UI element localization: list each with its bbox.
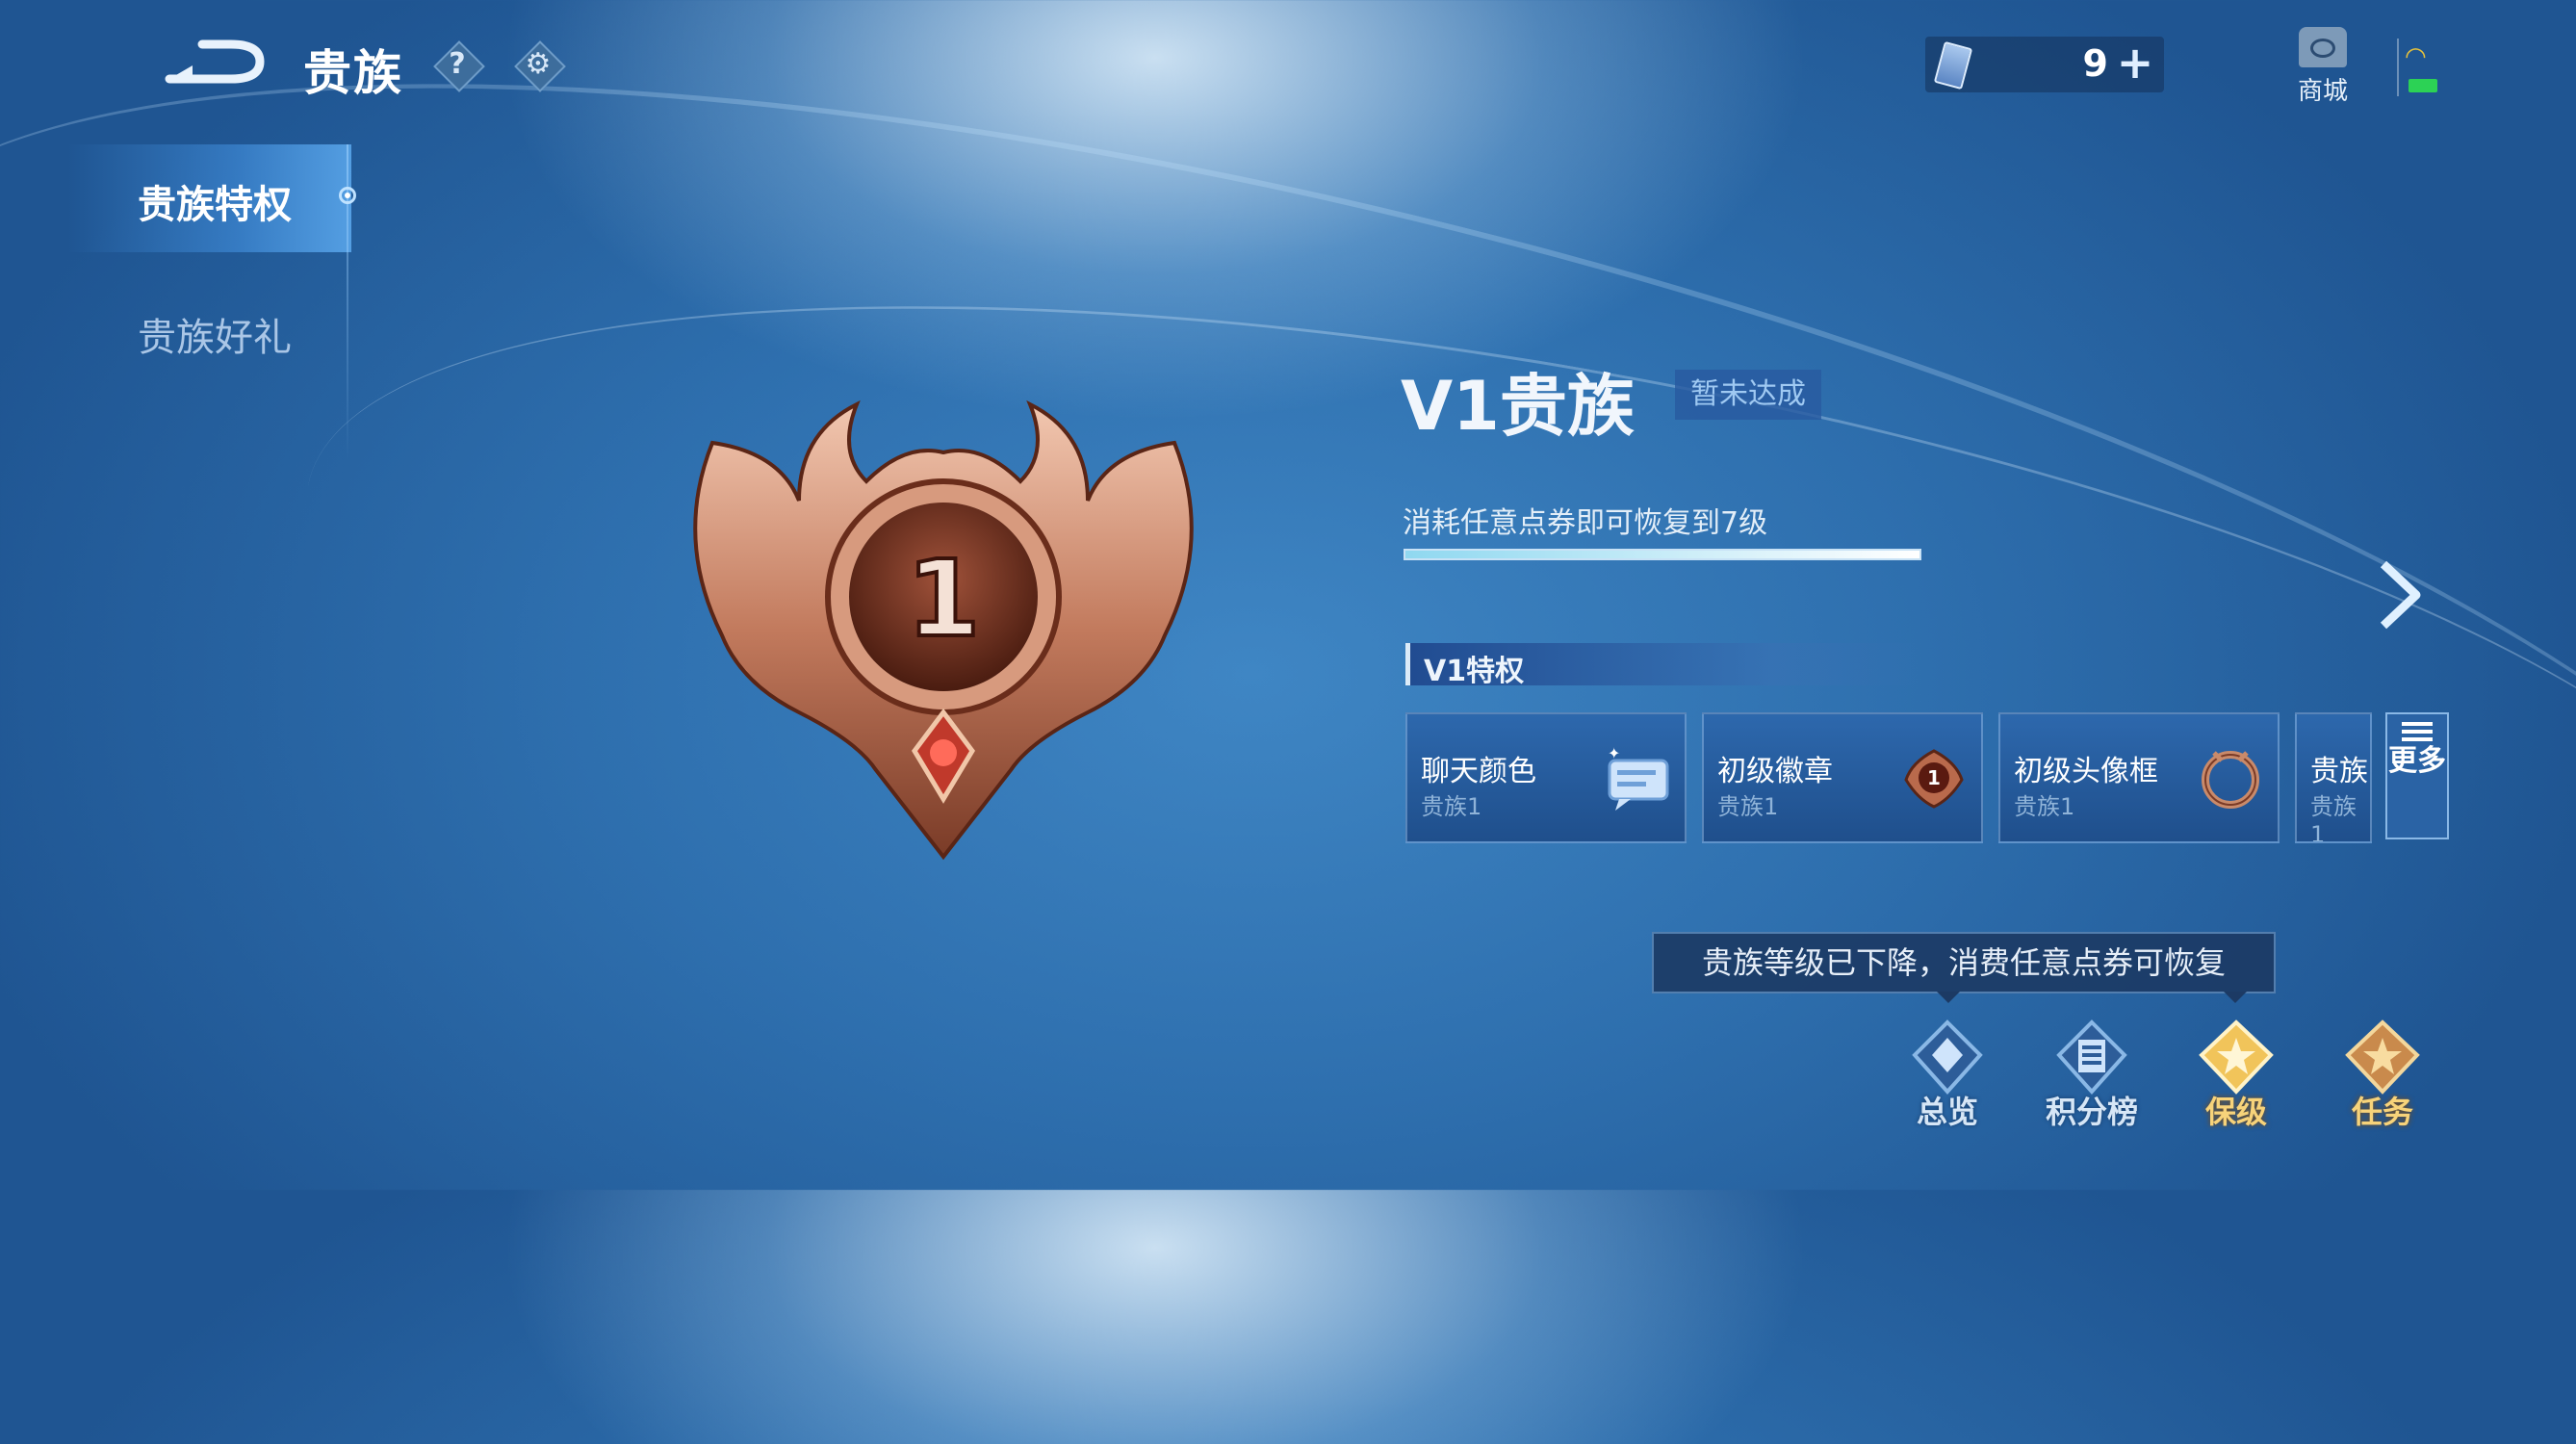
nav-leaderboard[interactable]: 积分榜 [2029, 1017, 2154, 1132]
restore-hint-text: 消耗任意点券即可恢复到7级 [1403, 506, 1768, 540]
tasks-icon [2345, 1019, 2420, 1095]
more-privileges-button[interactable]: 更多 [2385, 712, 2449, 839]
shop-label: 商城 [2297, 77, 2348, 106]
nav-overview[interactable]: 总览 [1885, 1017, 2010, 1132]
list-icon [2402, 722, 2433, 741]
sidebar-item-gifts[interactable]: 贵族好礼 [138, 306, 292, 362]
chat-bubble-icon: ✦ [1608, 744, 1669, 811]
privilege-card-partial[interactable]: 贵族 贵族1 [2295, 712, 2372, 843]
status-badge: 暂未达成 [1675, 370, 1821, 420]
level-title: V1贵族 [1401, 367, 1635, 446]
leaderboard-icon [2056, 1019, 2127, 1095]
sidebar-item-privileges[interactable]: 贵族特权 [138, 173, 292, 229]
privilege-card-avatar-frame[interactable]: 初级头像框 贵族1 [1998, 712, 2280, 843]
noble-level-emblem: 1 [693, 400, 1194, 861]
network-status: ◠ [2397, 39, 2447, 96]
protect-level-icon [2199, 1019, 2274, 1095]
currency-value: 9 [2082, 42, 2108, 85]
svg-text:1: 1 [1927, 766, 1941, 789]
page-title: 贵族 [303, 45, 403, 101]
nav-tasks[interactable]: 任务 [2320, 1017, 2445, 1132]
avatar-frame-icon [2202, 751, 2259, 809]
help-icon[interactable]: ? [433, 40, 485, 92]
emblem-level-number: 1 [907, 537, 981, 660]
badge-icon: 1 [1904, 749, 1964, 809]
battery-icon [2409, 79, 2437, 92]
shop-icon [2299, 27, 2347, 67]
privilege-card-badge[interactable]: 初级徽章 贵族1 1 [1702, 712, 1983, 843]
nav-protect-level[interactable]: 保级 [2174, 1017, 2299, 1132]
privilege-card-chat-color[interactable]: 聊天颜色 贵族1 ✦ [1405, 712, 1687, 843]
next-level-arrow-icon[interactable] [2372, 558, 2430, 632]
privileges-header: V1特权 [1405, 643, 1925, 688]
overview-icon [1912, 1019, 1983, 1095]
add-currency-button[interactable]: + [2114, 40, 2156, 85]
svg-text:✦: ✦ [1608, 744, 1620, 762]
wifi-icon: ◠ [2405, 42, 2427, 71]
back-button[interactable] [164, 37, 270, 90]
level-progress-bar [1404, 549, 1921, 560]
shop-button[interactable]: 商城 [2289, 27, 2357, 114]
tooltip-pointer [2224, 992, 2247, 1003]
ticket-icon [1933, 40, 1973, 90]
currency-display: 9 + [1925, 37, 2164, 92]
demotion-tooltip: 贵族等级已下降，消费任意点券可恢复 [1652, 932, 2276, 993]
settings-icon[interactable]: ⚙ [514, 40, 566, 92]
tooltip-pointer [1937, 992, 1960, 1003]
active-indicator-icon [339, 187, 356, 204]
